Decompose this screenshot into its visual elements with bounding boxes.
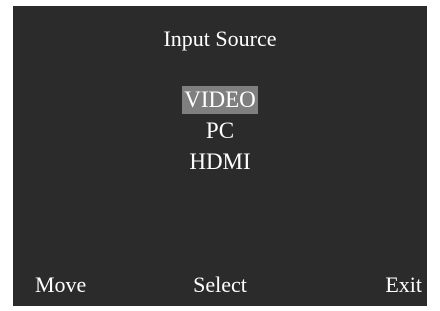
menu-title: Input Source [163,26,277,51]
input-source-list: VIDEO PC HDMI [13,84,427,177]
select-hint: Select [193,272,247,297]
option-hdmi[interactable]: HDMI [13,146,427,177]
option-pc-label: PC [205,118,235,143]
key-hints: Move Select Exit [13,270,427,300]
input-source-menu: Input Source VIDEO PC HDMI Move Select E… [13,6,427,306]
exit-hint[interactable]: Exit [385,270,422,300]
option-video-label: VIDEO [182,86,258,114]
option-hdmi-label: HDMI [189,149,251,174]
option-pc[interactable]: PC [13,115,427,146]
option-video[interactable]: VIDEO [13,84,427,115]
